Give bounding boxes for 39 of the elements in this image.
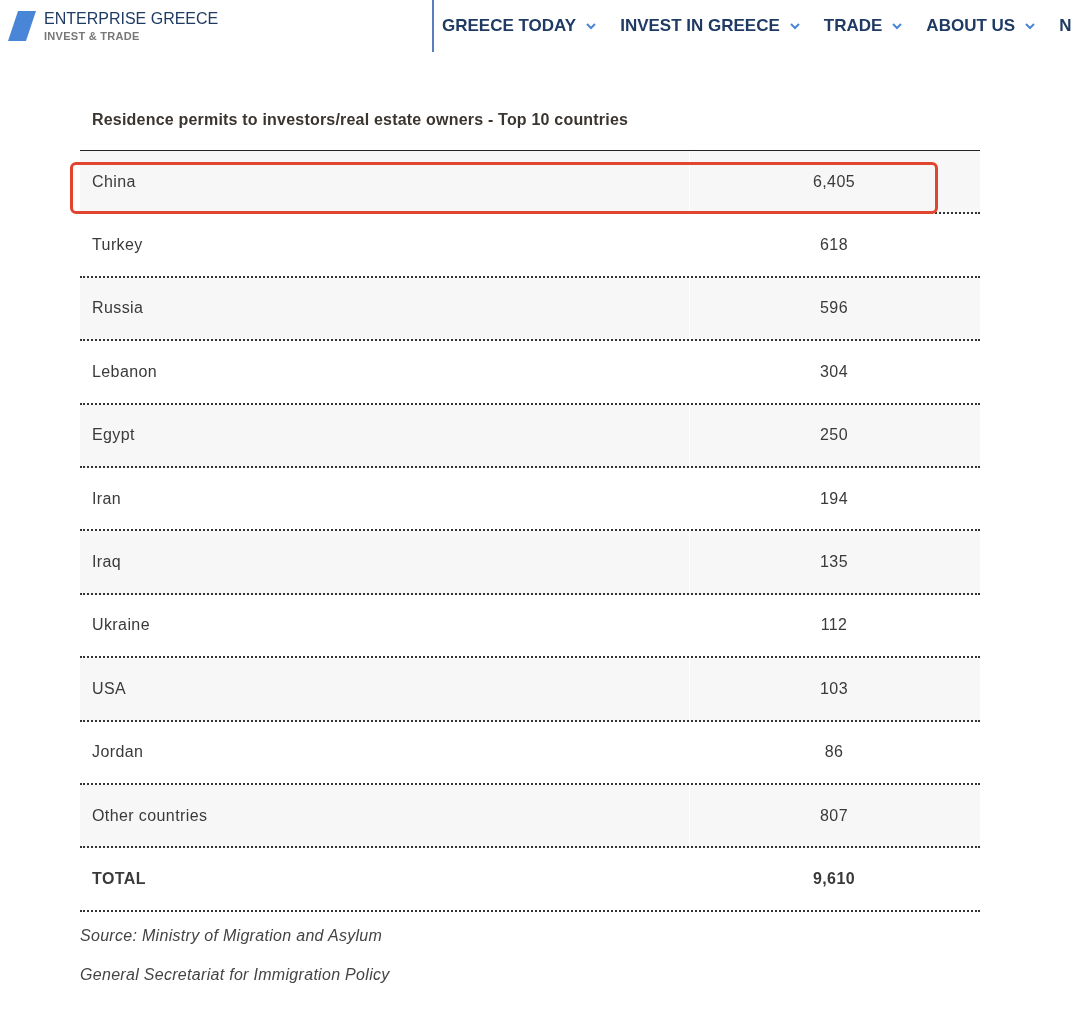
- table-cell-text: TOTAL: [92, 869, 146, 889]
- logo-icon[interactable]: [8, 11, 36, 41]
- table-cell-text: 86: [824, 742, 844, 763]
- table-cell-text: 6,405: [812, 171, 855, 192]
- chevron-down-icon: [1025, 22, 1036, 30]
- table-cell-text: 9,610: [812, 869, 855, 889]
- table-title: Residence permits to investors/real estate owners - Top 10 countries: [91, 110, 630, 130]
- logo-title[interactable]: ENTERPRISE GREECE: [44, 9, 219, 29]
- table-cell-text: 618: [820, 235, 848, 256]
- table-cell-text: Iran: [92, 488, 122, 509]
- table-cell-text: 250: [820, 425, 848, 446]
- table-cell-text: Iraq: [92, 552, 122, 573]
- nav-link[interactable]: ABOUT US: [926, 13, 1036, 39]
- table-cell-text: Jordan: [92, 742, 144, 763]
- table-cell-text: 194: [820, 488, 848, 509]
- chevron-down-icon: [586, 22, 597, 30]
- table-cell-text: Turkey: [92, 235, 143, 256]
- table-cell-text: 596: [820, 298, 848, 319]
- chevron-down-icon: [892, 22, 903, 30]
- table-cell-text: 135: [820, 552, 848, 573]
- nav-link[interactable]: GREECE TODAY: [442, 13, 597, 39]
- table-cell-text: China: [92, 171, 136, 192]
- source-note: Source: Ministry of Migration and Asylum: [80, 925, 384, 946]
- table-cell-text: Russia: [92, 298, 144, 319]
- table-cell-text: Other countries: [92, 805, 208, 826]
- table-cell-text: Ukraine: [92, 615, 150, 636]
- logo-subtitle: INVEST & TRADE: [44, 29, 141, 43]
- chevron-down-icon: [789, 22, 800, 30]
- nav-link[interactable]: TRADE: [823, 13, 903, 39]
- nav-link[interactable]: N: [1059, 13, 1072, 39]
- source-note: General Secretariat for Immigration Policy: [80, 964, 391, 985]
- nav-link[interactable]: INVEST IN GREECE: [620, 13, 800, 39]
- table-cell-text: Lebanon: [92, 361, 158, 382]
- table-cell-text: Egypt: [92, 425, 135, 446]
- table-cell-text: 112: [820, 615, 848, 636]
- table-cell-text: 304: [820, 361, 848, 382]
- table-cell-text: USA: [92, 678, 127, 699]
- table-cell-text: 103: [820, 678, 848, 699]
- table-cell-text: 807: [820, 805, 848, 826]
